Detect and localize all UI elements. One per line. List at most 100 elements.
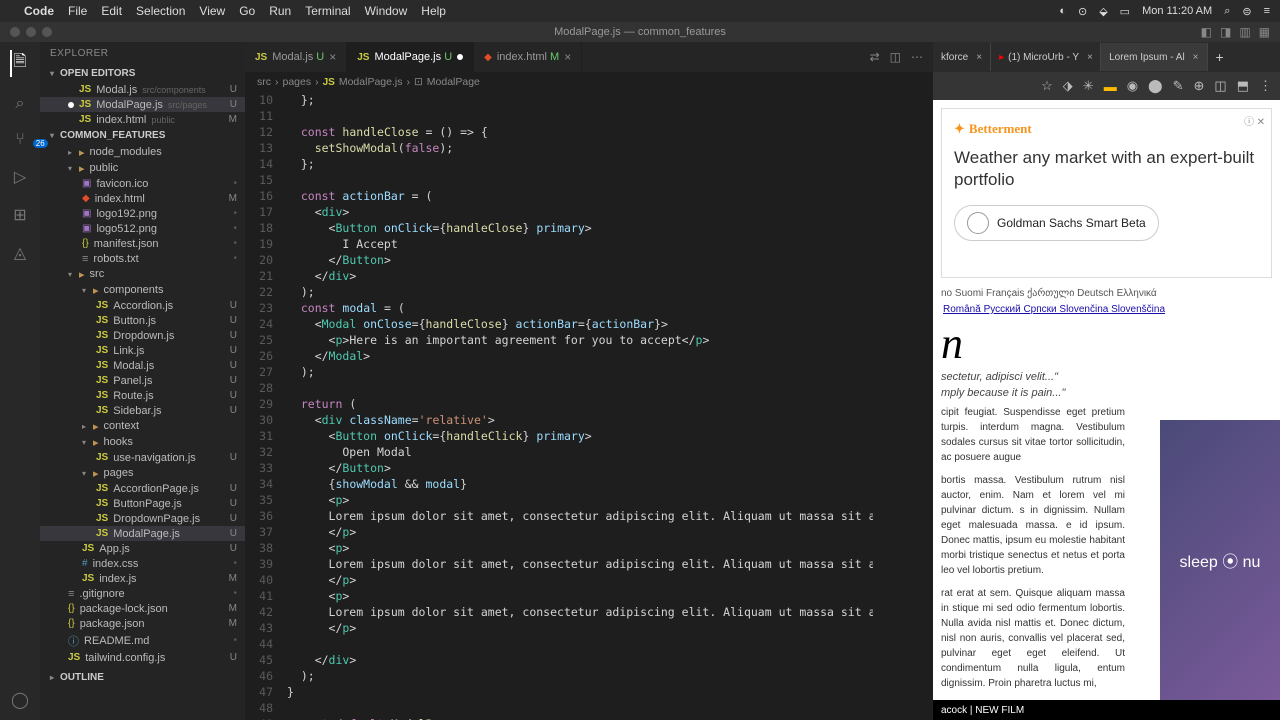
side-ad[interactable]: sleep ⦿ nu [1160,420,1280,700]
file-item[interactable]: JSindex.jsM [40,571,245,586]
language-links[interactable]: Română Русский Српски Slovenčina Slovenš… [933,302,1280,318]
file-item[interactable]: ▣favicon.ico• [40,176,245,191]
ext-icon[interactable]: ✳ [1083,78,1094,94]
file-item[interactable]: ≡.gitignore• [40,586,245,601]
menu-edit[interactable]: Edit [101,4,122,18]
menu-icon[interactable]: ⋮ [1259,78,1272,94]
file-item[interactable]: JSPanel.jsU [40,373,245,388]
docker-icon[interactable]: ◬ [14,243,26,263]
file-item[interactable]: ≡robots.txt• [40,251,245,266]
menu-terminal[interactable]: Terminal [305,4,350,18]
more-icon[interactable]: ⋯ [911,50,923,64]
breadcrumb[interactable]: src › pages › JS ModalPage.js › ⊡ ModalP… [245,72,933,92]
file-item[interactable]: JSApp.jsU [40,541,245,556]
ext-icon[interactable]: ◫ [1214,78,1226,94]
browser-tab[interactable]: ▸(1) MicroUrb - Y× [991,43,1101,71]
folder-item[interactable]: ▸node_modules [40,144,245,160]
file-item[interactable]: ▣logo192.png• [40,206,245,221]
ext-icon[interactable]: ▬ [1104,79,1117,94]
new-tab-button[interactable]: + [1208,49,1232,65]
app-name[interactable]: Code [24,4,54,18]
menu-view[interactable]: View [199,4,225,18]
ext-icon[interactable]: ⬤ [1148,78,1163,94]
editor-tab[interactable]: JSModalPage.js U [347,42,474,72]
menu-run[interactable]: Run [269,4,291,18]
ext-icon[interactable]: ◉ [1127,78,1138,94]
menu-selection[interactable]: Selection [136,4,185,18]
browser-page[interactable]: ⓘ ✕ ✦Betterment Weather any market with … [933,100,1280,720]
open-editors-section[interactable]: OPEN EDITORS [40,65,245,82]
ad-close-icon[interactable]: ⓘ ✕ [1244,113,1265,128]
file-item[interactable]: {}package.jsonM [40,616,245,631]
folder-item[interactable]: ▸public [40,160,245,176]
control-center-icon[interactable]: ⊜ [1242,5,1251,18]
file-item[interactable]: JSModal.jsU [40,358,245,373]
file-item[interactable]: JSRoute.jsU [40,388,245,403]
explorer-icon[interactable]: 🗎 [10,50,27,77]
scm-icon[interactable]: ⑂26 [15,131,25,149]
extensions-icon[interactable]: ⊞ [13,205,26,225]
ext-icon[interactable]: ⬗ [1063,78,1073,94]
outline-section[interactable]: OUTLINE [40,669,245,686]
ext-icon[interactable]: ✎ [1173,78,1184,94]
compare-icon[interactable]: ⇄ [870,50,880,64]
account-icon[interactable]: ◯ [11,690,29,710]
search-icon[interactable]: ⌕ [16,95,25,113]
open-editor-item[interactable]: JSModal.jssrc/componentsU [40,82,245,97]
file-item[interactable]: JSuse-navigation.jsU [40,450,245,465]
traffic-lights[interactable] [10,27,52,37]
bottom-ad[interactable]: acock | NEW FILM [933,700,1280,720]
folder-item[interactable]: ▸src [40,266,245,282]
file-item[interactable]: JSSidebar.jsU [40,403,245,418]
file-item[interactable]: JSAccordion.jsU [40,298,245,313]
file-item[interactable]: ▣logo512.png• [40,221,245,236]
browser-tab[interactable]: kforce× [933,43,991,71]
ext-icon[interactable]: ⬒ [1237,78,1249,94]
ext-icon[interactable]: ☆ [1041,78,1053,94]
menu-go[interactable]: Go [239,4,255,18]
file-item[interactable]: {}manifest.json• [40,236,245,251]
file-item[interactable]: JSModalPage.jsU [40,526,245,541]
editor-tab[interactable]: ◆index.html M× [474,42,582,72]
layout-icon[interactable]: ◧ [1201,25,1212,39]
file-item[interactable]: JSButtonPage.jsU [40,496,245,511]
clock[interactable]: Mon 11:20 AM [1142,5,1212,17]
layout-icon[interactable]: ▥ [1239,25,1250,39]
search-icon[interactable]: ⌕ [1224,5,1230,18]
file-item[interactable]: {}package-lock.jsonM [40,601,245,616]
battery-icon[interactable]: ▭ [1120,5,1130,18]
menu-window[interactable]: Window [365,4,408,18]
layout-icon[interactable]: ▦ [1259,25,1270,39]
folder-item[interactable]: ▸context [40,418,245,434]
file-item[interactable]: ◆index.htmlM [40,191,245,206]
open-editor-item[interactable]: JSindex.htmlpublicM [40,112,245,127]
file-item[interactable]: #index.css• [40,556,245,571]
file-item[interactable]: JStailwind.config.jsU [40,650,245,665]
layout-icon[interactable]: ◨ [1220,25,1231,39]
minimap[interactable] [873,92,933,720]
browser-tab[interactable]: Lorem Ipsum - Al× [1101,43,1207,71]
status-icon[interactable]: ⊙ [1078,5,1087,18]
ad-banner[interactable]: ⓘ ✕ ✦Betterment Weather any market with … [941,108,1272,278]
folder-item[interactable]: ▸pages [40,465,245,481]
editor-tab[interactable]: JSModal.js U× [245,42,347,72]
file-item[interactable]: JSAccordionPage.jsU [40,481,245,496]
project-section[interactable]: COMMON_FEATURES [40,127,245,144]
siri-icon[interactable]: ≡ [1264,5,1270,17]
menu-help[interactable]: Help [421,4,446,18]
file-item[interactable]: JSDropdown.jsU [40,328,245,343]
menu-file[interactable]: File [68,4,87,18]
folder-item[interactable]: ▸hooks [40,434,245,450]
file-item[interactable]: JSLink.jsU [40,343,245,358]
debug-icon[interactable]: ▷ [14,167,26,187]
ext-icon[interactable]: ⊕ [1194,78,1205,94]
file-item[interactable]: JSButton.jsU [40,313,245,328]
folder-item[interactable]: ▸components [40,282,245,298]
split-icon[interactable]: ◫ [890,50,901,64]
status-icon[interactable]: ◐ [1059,5,1066,17]
open-editor-item[interactable]: JSModalPage.jssrc/pagesU [40,97,245,112]
code-editor[interactable]: 1011121314151617181920212223242526272829… [245,92,933,720]
language-links[interactable]: no Suomi Français ქართული Deutsch Ελληνι… [933,286,1280,302]
file-item[interactable]: JSDropdownPage.jsU [40,511,245,526]
file-item[interactable]: ⓘREADME.md• [40,631,245,650]
